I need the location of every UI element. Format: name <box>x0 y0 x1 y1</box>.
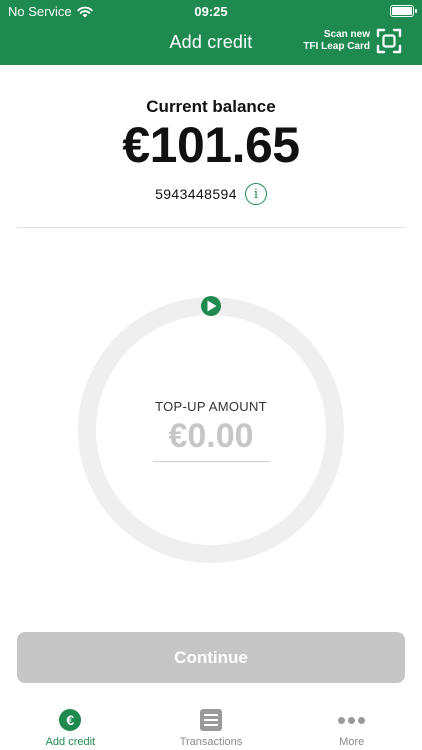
continue-button[interactable]: Continue <box>17 632 405 683</box>
status-bar: No Service 09:25 <box>0 0 422 22</box>
card-info-row: 5943448594 i <box>0 183 422 205</box>
status-time: 09:25 <box>194 4 228 19</box>
info-icon[interactable]: i <box>244 183 267 205</box>
scan-card-line1: Scan new <box>323 29 370 40</box>
divider <box>17 227 405 228</box>
tab-transactions[interactable]: Transactions <box>141 698 282 750</box>
more-icon <box>338 708 366 732</box>
tab-more-label: More <box>339 736 365 748</box>
euro-icon: € <box>58 708 82 732</box>
scan-card-label: Scan new TFI Leap Card <box>303 29 370 53</box>
topup-amount[interactable]: €0.00 <box>0 417 422 456</box>
tab-bar: € Add credit Transactions More <box>0 698 422 750</box>
tab-add-credit[interactable]: € Add credit <box>0 698 141 750</box>
scan-icon <box>376 28 402 54</box>
topup-label: TOP-UP AMOUNT <box>155 399 267 414</box>
tab-more[interactable]: More <box>281 698 422 750</box>
battery-icon <box>390 5 417 17</box>
tab-transactions-label: Transactions <box>179 736 243 748</box>
tab-add-credit-label: Add credit <box>45 736 96 748</box>
app-header: No Service 09:25 Add credit Scan new TFI… <box>0 0 422 65</box>
balance-value: €101.65 <box>122 117 300 173</box>
scan-card-line2: TFI Leap Card <box>303 41 370 52</box>
balance-label: Current balance <box>146 97 276 116</box>
card-number: 5943448594 <box>155 186 237 202</box>
list-icon <box>199 708 223 732</box>
topup-underline <box>153 461 270 462</box>
scan-card-button[interactable]: Scan new TFI Leap Card <box>303 28 402 54</box>
